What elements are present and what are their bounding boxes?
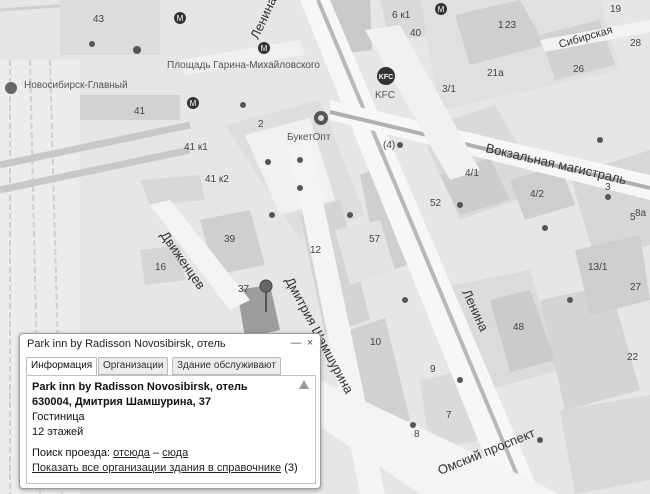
svg-text:9: 9 (430, 364, 436, 375)
metro-icon (5, 82, 17, 94)
svg-text:М: М (190, 99, 197, 108)
svg-text:8: 8 (414, 429, 420, 440)
svg-text:21a: 21a (487, 68, 504, 79)
svg-text:52: 52 (430, 198, 442, 209)
svg-text:16: 16 (155, 262, 167, 273)
minimize-icon[interactable]: — (290, 337, 302, 349)
svg-text:6 к1: 6 к1 (392, 10, 411, 21)
info-popup[interactable]: Park inn by Radisson Novosibirsk, отель … (19, 333, 321, 489)
svg-text:28: 28 (630, 38, 642, 49)
metro-icon: М (435, 3, 447, 15)
kfc-marker[interactable]: KFC (377, 67, 395, 85)
route-row: Поиск проезда: отсюда – сюда (32, 447, 188, 459)
place-label-station: Новосибирск-Главный (24, 79, 128, 91)
svg-text:41 к1: 41 к1 (184, 142, 208, 153)
svg-text:19: 19 (610, 4, 622, 15)
svg-text:48: 48 (513, 322, 525, 333)
warning-icon[interactable] (299, 380, 309, 389)
svg-text:1: 1 (498, 20, 504, 31)
metro-icon: М (258, 42, 270, 54)
place-label-kfc: KFC (375, 90, 395, 101)
svg-text:57: 57 (369, 234, 381, 245)
route-dash: – (152, 447, 160, 459)
svg-text:12: 12 (310, 245, 322, 256)
svg-text:27: 27 (630, 282, 642, 293)
svg-text:40: 40 (410, 28, 422, 39)
tab-building-services[interactable]: Здание обслуживают (172, 357, 281, 375)
route-label: Поиск проезда: (32, 447, 110, 459)
svg-text:4/2: 4/2 (530, 189, 544, 200)
svg-text:37: 37 (238, 284, 250, 295)
place-label-ploshchad: Площадь Гарина-Михайловского (167, 60, 320, 71)
metro-icon: М (174, 12, 186, 24)
svg-text:41: 41 (134, 106, 146, 117)
tab-info[interactable]: Информация (26, 357, 98, 375)
svg-text:KFC: KFC (379, 74, 393, 81)
place-label-buketopt: БукетОпт (287, 132, 331, 143)
show-all-orgs-link[interactable]: Показать все организации здания в справо… (32, 462, 281, 474)
svg-text:3: 3 (605, 182, 611, 193)
svg-text:М: М (261, 44, 268, 53)
popup-title: Park inn by Radisson Novosibirsk, отель (27, 338, 226, 350)
svg-text:М: М (177, 14, 184, 23)
svg-text:(4): (4) (383, 140, 395, 151)
svg-text:23: 23 (505, 20, 517, 31)
svg-text:10: 10 (370, 337, 382, 348)
popup-titlebar[interactable]: Park inn by Radisson Novosibirsk, отель … (20, 334, 320, 354)
route-to-link[interactable]: сюда (162, 447, 188, 459)
show-all-count: (3) (284, 462, 298, 474)
svg-text:39: 39 (224, 234, 236, 245)
svg-text:13/1: 13/1 (588, 262, 608, 273)
place-category: Гостиница (32, 411, 85, 423)
svg-text:3/1: 3/1 (442, 84, 456, 95)
place-name: Park inn by Radisson Novosibirsk, отель (32, 381, 248, 393)
svg-text:4/1: 4/1 (465, 168, 479, 179)
svg-text:22: 22 (627, 352, 639, 363)
svg-text:М: М (438, 5, 445, 14)
close-icon[interactable]: × (304, 337, 316, 349)
popup-body: Park inn by Radisson Novosibirsk, отель … (26, 375, 316, 484)
place-address: 630004, Дмитрия Шамшурина, 37 (32, 396, 211, 408)
svg-text:43: 43 (93, 14, 105, 25)
svg-text:26: 26 (573, 64, 585, 75)
place-floors: 12 этажей (32, 426, 84, 438)
tab-organizations[interactable]: Организации (98, 357, 169, 375)
svg-text:2: 2 (258, 119, 264, 130)
route-from-link[interactable]: отсюда (113, 447, 150, 459)
svg-text:8a: 8a (635, 208, 647, 219)
buketopt-marker[interactable] (314, 111, 328, 125)
show-all-row: Показать все организации здания в справо… (32, 462, 298, 474)
metro-icon: М (187, 97, 199, 109)
svg-text:7: 7 (446, 410, 452, 421)
svg-text:41 к2: 41 к2 (205, 174, 229, 185)
